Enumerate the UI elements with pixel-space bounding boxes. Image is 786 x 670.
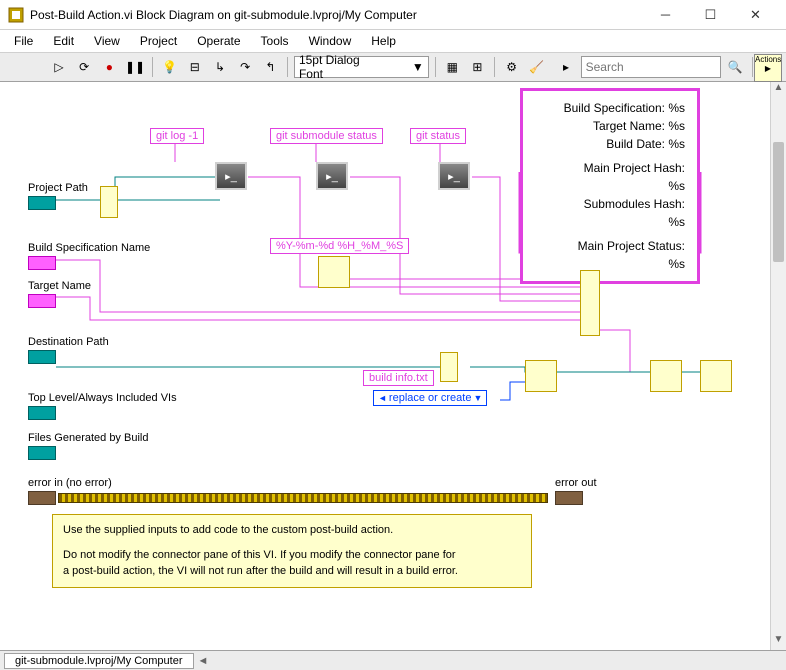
- free-label-comment[interactable]: Use the supplied inputs to add code to t…: [52, 514, 532, 588]
- abort-button[interactable]: ●: [99, 56, 120, 78]
- menu-view[interactable]: View: [86, 32, 128, 50]
- label-top-vis: Top Level/Always Included VIs: [28, 392, 177, 404]
- step-into-button[interactable]: ↳: [209, 56, 230, 78]
- menu-edit[interactable]: Edit: [45, 32, 82, 50]
- label-error-out: error out: [555, 477, 597, 489]
- build-path-node[interactable]: [440, 352, 458, 382]
- menu-file[interactable]: File: [6, 32, 41, 50]
- system-exec-node-1[interactable]: ▸_: [215, 162, 247, 190]
- scroll-down-icon[interactable]: ▼: [771, 634, 786, 650]
- string-const-git-submodule[interactable]: git submodule status: [270, 128, 383, 144]
- string-const-build-info[interactable]: build info.txt: [363, 370, 434, 386]
- control-error-in[interactable]: [28, 491, 56, 505]
- control-destination-path[interactable]: [28, 350, 56, 364]
- control-files-generated[interactable]: [28, 446, 56, 460]
- align-button[interactable]: ▦: [442, 56, 463, 78]
- tab-nav-left-icon[interactable]: ◄: [198, 655, 209, 667]
- label-error-in: error in (no error): [28, 477, 112, 489]
- status-bar: git-submodule.lvproj/My Computer ◄: [0, 650, 786, 670]
- menu-window[interactable]: Window: [301, 32, 360, 50]
- minimize-button[interactable]: ─: [643, 1, 688, 29]
- step-out-button[interactable]: ↰: [260, 56, 281, 78]
- format-line: Main Project Status:: [535, 237, 685, 255]
- control-target-name[interactable]: [28, 294, 56, 308]
- menu-tools[interactable]: Tools: [253, 32, 297, 50]
- cleanup-button[interactable]: 🧹: [526, 56, 547, 78]
- app-icon: [8, 7, 24, 23]
- menu-bar: File Edit View Project Operate Tools Win…: [0, 30, 786, 52]
- format-line: Build Date: %s: [535, 135, 685, 153]
- unbundle-node[interactable]: [100, 186, 118, 218]
- font-selector[interactable]: 15pt Dialog Font▼: [294, 56, 429, 78]
- format-line: %s: [535, 177, 685, 195]
- control-project-path[interactable]: [28, 196, 56, 210]
- search-nav-button[interactable]: ▸: [555, 56, 576, 78]
- control-build-spec-name[interactable]: [28, 256, 56, 270]
- retain-wires-button[interactable]: ⊟: [184, 56, 205, 78]
- close-file-node[interactable]: [700, 360, 732, 392]
- indicator-error-out[interactable]: [555, 491, 583, 505]
- scroll-thumb[interactable]: [773, 142, 784, 262]
- run-continuous-button[interactable]: ⟳: [74, 56, 95, 78]
- close-button[interactable]: ✕: [733, 1, 778, 29]
- label-files-gen: Files Generated by Build: [28, 432, 148, 444]
- font-label: 15pt Dialog Font: [299, 53, 382, 81]
- system-exec-node-2[interactable]: ▸_: [316, 162, 348, 190]
- error-wire: [58, 493, 548, 503]
- control-top-level-vis[interactable]: [28, 406, 56, 420]
- label-dest-path: Destination Path: [28, 336, 109, 348]
- format-line: Build Specification: %s: [535, 99, 685, 117]
- distribute-button[interactable]: ⊞: [467, 56, 488, 78]
- pause-button[interactable]: ❚❚: [124, 56, 146, 78]
- string-const-git-status[interactable]: git status: [410, 128, 466, 144]
- block-diagram-canvas[interactable]: git log -1 git submodule status git stat…: [0, 82, 770, 650]
- vertical-scrollbar[interactable]: ▲ ▼: [770, 82, 786, 650]
- system-exec-node-3[interactable]: ▸_: [438, 162, 470, 190]
- window-title: Post-Build Action.vi Block Diagram on gi…: [30, 8, 643, 22]
- format-line: Submodules Hash:: [535, 195, 685, 213]
- format-line: %s: [535, 213, 685, 231]
- comment-line: Do not modify the connector pane of this…: [63, 548, 521, 563]
- toolbar: ▷ ⟳ ● ❚❚ 💡 ⊟ ↳ ↷ ↰ 15pt Dialog Font▼ ▦ ⊞…: [0, 52, 786, 82]
- actions-palette-button[interactable]: Actions▶: [754, 54, 782, 82]
- reorder-button[interactable]: ⚙: [501, 56, 522, 78]
- string-const-time-format[interactable]: %Y-%m-%d %H_%M_%S: [270, 238, 409, 254]
- ring-replace-or-create[interactable]: replace or create: [373, 390, 487, 406]
- scroll-up-icon[interactable]: ▲: [771, 82, 786, 98]
- step-over-button[interactable]: ↷: [235, 56, 256, 78]
- format-line: Target Name: %s: [535, 117, 685, 135]
- search-input[interactable]: [581, 56, 721, 78]
- format-line: %s: [535, 255, 685, 273]
- search-icon[interactable]: 🔍: [725, 56, 746, 78]
- string-const-git-log[interactable]: git log -1: [150, 128, 204, 144]
- maximize-button[interactable]: ☐: [688, 1, 733, 29]
- comment-line: Use the supplied inputs to add code to t…: [63, 523, 521, 538]
- comment-line: a post-build action, the VI will not run…: [63, 564, 521, 579]
- highlight-exec-button[interactable]: 💡: [159, 56, 180, 78]
- title-bar: Post-Build Action.vi Block Diagram on gi…: [0, 0, 786, 30]
- project-tab[interactable]: git-submodule.lvproj/My Computer: [4, 653, 194, 669]
- label-project-path: Project Path: [28, 182, 88, 194]
- label-target-name: Target Name: [28, 280, 91, 292]
- format-line: Main Project Hash:: [535, 159, 685, 177]
- menu-project[interactable]: Project: [132, 32, 185, 50]
- menu-help[interactable]: Help: [363, 32, 404, 50]
- label-build-spec: Build Specification Name: [28, 242, 150, 254]
- format-string-constant[interactable]: Build Specification: %s Target Name: %s …: [520, 88, 700, 284]
- format-into-string-node[interactable]: [580, 270, 600, 336]
- format-datetime-node[interactable]: [318, 256, 350, 288]
- write-text-file-node[interactable]: [650, 360, 682, 392]
- menu-operate[interactable]: Operate: [189, 32, 248, 50]
- run-button[interactable]: ▷: [48, 56, 69, 78]
- open-file-node[interactable]: [525, 360, 557, 392]
